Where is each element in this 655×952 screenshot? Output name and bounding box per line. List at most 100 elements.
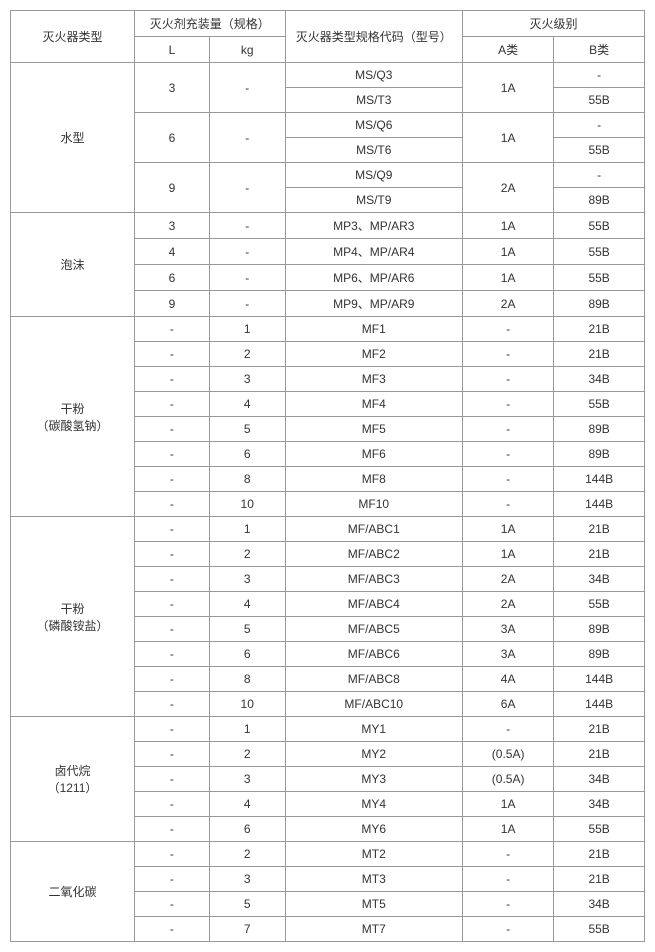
cell-kg: 2 [209,342,285,367]
cell-b: 55B [554,213,645,239]
cell-a: 1A [462,265,553,291]
cell-l: - [134,417,209,442]
cell-code: MF/ABC6 [285,642,462,667]
cell-l: 6 [134,113,209,163]
cell-code: MP9、MP/AR9 [285,291,462,317]
cell-code: MS/T3 [285,88,462,113]
cell-b: 144B [554,667,645,692]
type-cell: 干粉 （碳酸氢钠） [11,317,135,517]
cell-kg: 10 [209,492,285,517]
cell-kg: - [209,63,285,113]
cell-b: 55B [554,817,645,842]
cell-a: (0.5A) [462,767,553,792]
cell-a: 2A [462,567,553,592]
table-row: 水型3-MS/Q31A- [11,63,645,88]
cell-b: 34B [554,367,645,392]
type-cell: 泡沫 [11,213,135,317]
cell-kg: 6 [209,642,285,667]
cell-a: 1A [462,113,553,163]
cell-code: MS/T6 [285,138,462,163]
cell-b: 89B [554,642,645,667]
cell-l: - [134,767,209,792]
cell-b: 89B [554,442,645,467]
cell-code: MS/Q3 [285,63,462,88]
cell-kg: - [209,213,285,239]
cell-kg: 2 [209,742,285,767]
cell-b: 21B [554,717,645,742]
cell-l: - [134,317,209,342]
cell-a: 6A [462,692,553,717]
th-a: A类 [462,37,553,63]
cell-a: - [462,442,553,467]
cell-a: 1A [462,817,553,842]
cell-b: 55B [554,88,645,113]
cell-kg: 10 [209,692,285,717]
cell-b: 55B [554,265,645,291]
cell-l: - [134,467,209,492]
cell-code: MP6、MP/AR6 [285,265,462,291]
cell-b: 89B [554,617,645,642]
cell-b: 89B [554,188,645,213]
cell-a: - [462,367,553,392]
cell-code: MT3 [285,867,462,892]
cell-code: MF1 [285,317,462,342]
cell-code: MF4 [285,392,462,417]
extinguisher-table: 灭火器类型 灭火剂充装量（规格） 灭火器类型规格代码（型号） 灭火级别 L kg… [10,10,645,942]
cell-a: - [462,317,553,342]
table-row: 干粉 （碳酸氢钠）-1MF1-21B [11,317,645,342]
cell-kg: - [209,239,285,265]
cell-kg: - [209,291,285,317]
cell-a: 1A [462,792,553,817]
cell-a: 4A [462,667,553,692]
cell-l: - [134,342,209,367]
cell-code: MP3、MP/AR3 [285,213,462,239]
cell-l: - [134,817,209,842]
cell-a: - [462,392,553,417]
cell-code: MF2 [285,342,462,367]
cell-code: MY1 [285,717,462,742]
cell-l: - [134,542,209,567]
cell-a: 1A [462,213,553,239]
cell-b: - [554,63,645,88]
cell-code: MF3 [285,367,462,392]
cell-b: 21B [554,867,645,892]
cell-b: 21B [554,517,645,542]
th-code: 灭火器类型规格代码（型号） [285,11,462,63]
cell-code: MF/ABC2 [285,542,462,567]
cell-a: - [462,917,553,942]
cell-b: 21B [554,542,645,567]
cell-b: 34B [554,767,645,792]
th-rating: 灭火级别 [462,11,644,37]
cell-code: MS/Q9 [285,163,462,188]
cell-l: 4 [134,239,209,265]
cell-code: MF10 [285,492,462,517]
cell-l: 9 [134,291,209,317]
cell-a: 1A [462,542,553,567]
cell-code: MP4、MP/AR4 [285,239,462,265]
cell-b: 55B [554,917,645,942]
cell-l: - [134,742,209,767]
cell-l: - [134,367,209,392]
cell-kg: 1 [209,317,285,342]
type-cell: 水型 [11,63,135,213]
cell-l: 6 [134,265,209,291]
type-cell: 干粉 （磷酸铵盐） [11,517,135,717]
cell-l: - [134,842,209,867]
cell-a: 2A [462,291,553,317]
cell-b: 89B [554,417,645,442]
cell-l: - [134,617,209,642]
cell-b: 55B [554,592,645,617]
cell-kg: 5 [209,617,285,642]
cell-b: 21B [554,342,645,367]
cell-a: - [462,342,553,367]
cell-code: MF/ABC1 [285,517,462,542]
cell-kg: 3 [209,767,285,792]
cell-b: 89B [554,291,645,317]
cell-kg: 6 [209,442,285,467]
cell-a: (0.5A) [462,742,553,767]
cell-a: - [462,492,553,517]
cell-b: 21B [554,317,645,342]
cell-kg: - [209,113,285,163]
cell-l: - [134,792,209,817]
th-l: L [134,37,209,63]
